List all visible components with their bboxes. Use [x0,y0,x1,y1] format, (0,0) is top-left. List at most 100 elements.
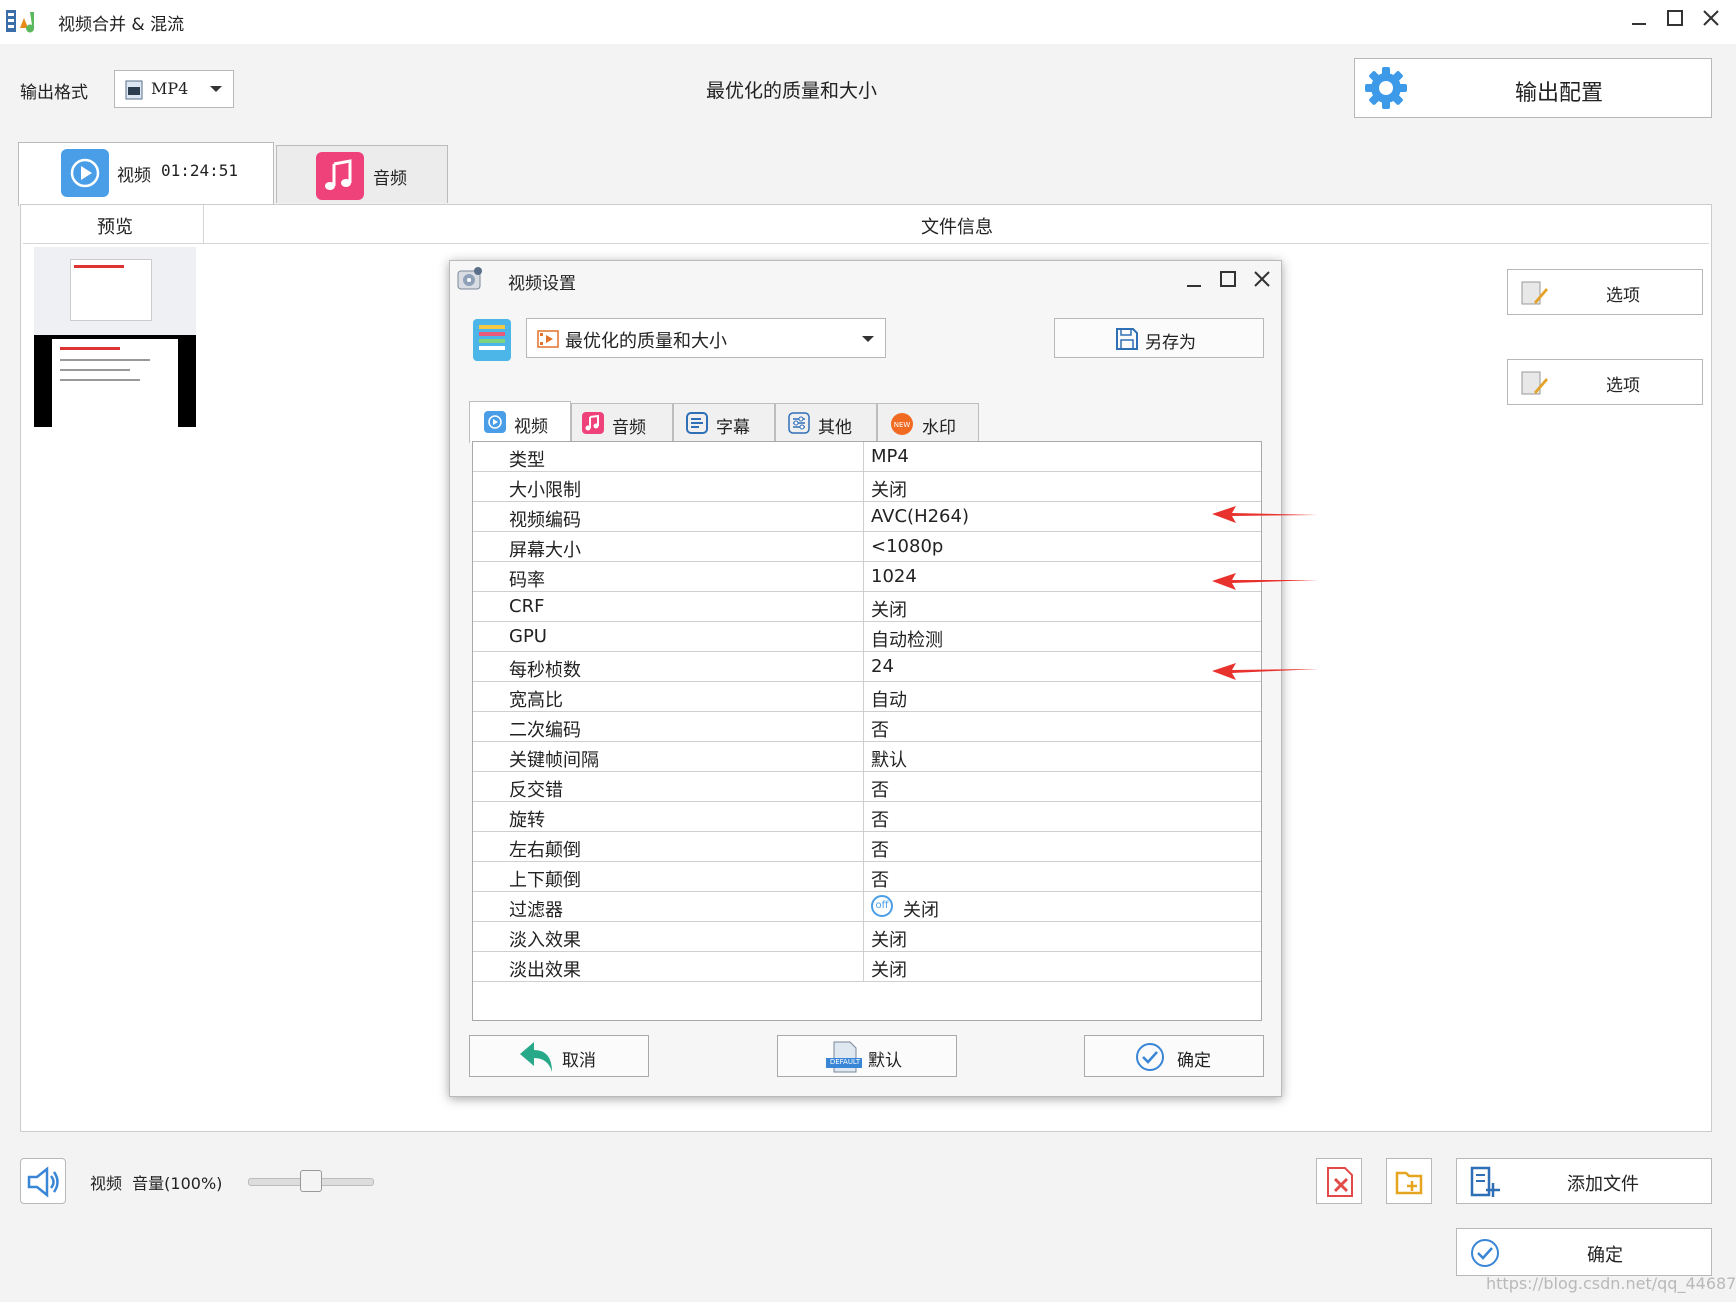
film-icon [537,330,559,348]
preset-list-icon [473,319,511,361]
file-table-header: 预览 文件信息 [23,205,1709,244]
undo-arrow-icon [520,1042,552,1072]
dialog-tab-subtitle-label: 字幕 [716,418,750,438]
delete-file-icon [1327,1167,1353,1197]
video-settings-dialog: 视频设置 最优化的质量和大小 另存为 视频 音频 字幕 其他 NEW 水印 类型… [449,260,1318,1097]
property-row[interactable]: 过滤器 off 关闭 [473,892,1261,922]
maximize-icon [1667,10,1683,26]
add-folder-icon [1395,1171,1423,1195]
col-preview: 预览 [97,217,133,238]
property-row[interactable]: 码率 1024 [473,562,1261,592]
close-button[interactable] [1694,6,1728,36]
film-file-icon [125,80,143,100]
music-icon [582,412,604,434]
property-key: 类型 [509,450,545,471]
dialog-tab-subtitle[interactable]: 字幕 [673,403,775,443]
tab-video-label: 视频 [117,166,151,186]
property-value: AVC(H264) [871,506,969,527]
property-row[interactable]: 二次编码 否 [473,712,1261,742]
subtitle-icon [686,412,708,434]
add-file-icon [1470,1166,1500,1197]
property-row[interactable]: 淡入效果 关闭 [473,922,1261,952]
speaker-icon [27,1166,59,1198]
property-key: 屏幕大小 [509,540,581,561]
dialog-minimize-icon[interactable] [1184,269,1204,289]
output-config-button[interactable]: 输出配置 [1354,58,1712,118]
clip-edit-icon [1521,371,1548,395]
ok-button[interactable]: 确定 [1084,1035,1264,1077]
default-button[interactable]: DEFAULT 默认 [777,1035,957,1077]
property-row[interactable]: 类型 MP4 [473,442,1261,472]
tab-audio[interactable]: 音频 [276,145,448,203]
watermark: https://blog.csdn.net/qq_44687755 [1486,1274,1736,1293]
sliders-icon [788,412,810,434]
dialog-maximize-icon[interactable] [1218,269,1238,289]
property-row[interactable]: 视频编码 AVC(H264) [473,502,1261,532]
property-row[interactable]: 旋转 否 [473,802,1261,832]
property-key: 二次编码 [509,720,581,741]
property-row[interactable]: 屏幕大小 <1080p [473,532,1261,562]
format-value: MP4 [151,79,189,98]
property-row[interactable]: 关键帧间隔 默认 [473,742,1261,772]
property-key: GPU [509,626,547,647]
chevron-down-icon [862,336,874,342]
property-value: 关闭 [871,600,907,621]
property-row[interactable]: 大小限制 关闭 [473,472,1261,502]
property-key: 宽高比 [509,690,563,711]
dialog-tab-audio[interactable]: 音频 [571,403,673,443]
property-row[interactable]: CRF 关闭 [473,592,1261,622]
dialog-tab-other-label: 其他 [818,418,852,438]
dialog-tab-other[interactable]: 其他 [775,403,877,443]
play-icon [484,411,506,433]
add-file-button[interactable]: 添加文件 [1456,1158,1712,1204]
property-key: 淡入效果 [509,930,581,951]
dialog-close-icon[interactable] [1252,269,1272,289]
dialog-tab-watermark[interactable]: NEW 水印 [877,403,979,443]
property-key: 反交错 [509,780,563,801]
minimize-button[interactable] [1622,6,1656,36]
col-file-info: 文件信息 [921,217,993,238]
save-as-button[interactable]: 另存为 [1054,318,1264,358]
output-config-label: 输出配置 [1515,81,1604,106]
confirm-button[interactable]: 确定 [1456,1228,1712,1276]
ok-label: 确定 [1177,1051,1211,1071]
gear-icon [1365,67,1407,109]
video-thumbnail[interactable] [34,247,196,427]
options-label-1: 选项 [1606,286,1640,306]
remove-file-button[interactable] [1316,1158,1362,1204]
add-folder-button[interactable] [1386,1158,1432,1204]
options-button-1[interactable]: 选项 [1507,269,1703,315]
annotation-arrow [1212,663,1318,680]
preset-value: 最优化的质量和大小 [565,331,727,352]
speaker-button[interactable] [20,1158,66,1204]
cancel-button[interactable]: 取消 [469,1035,649,1077]
property-value: 24 [871,656,894,677]
property-row[interactable]: GPU 自动检测 [473,622,1261,652]
tab-video[interactable]: 视频 01:24:51 [18,142,274,206]
property-key: 旋转 [509,810,545,831]
play-icon [61,149,109,197]
options-label-2: 选项 [1606,376,1640,396]
volume-slider-thumb[interactable] [300,1170,322,1192]
add-file-label: 添加文件 [1567,1174,1639,1195]
options-button-2[interactable]: 选项 [1507,359,1703,405]
off-toggle-icon[interactable]: off [871,895,893,917]
maximize-button[interactable] [1658,6,1692,36]
check-circle-icon [1136,1043,1164,1071]
preset-dropdown[interactable]: 最优化的质量和大小 [526,318,886,358]
dialog-tab-watermark-label: 水印 [922,418,956,438]
property-value: 否 [871,780,889,801]
property-row[interactable]: 上下颠倒 否 [473,862,1261,892]
property-row[interactable]: 宽高比 自动 [473,682,1261,712]
property-value: 默认 [871,750,907,771]
app-logo-icon [6,10,35,33]
property-row[interactable]: 反交错 否 [473,772,1261,802]
property-row[interactable]: 淡出效果 关闭 [473,952,1261,982]
dialog-tab-video[interactable]: 视频 [469,401,571,443]
property-key: 上下颠倒 [509,870,581,891]
save-as-label: 另存为 [1145,333,1196,353]
format-dropdown[interactable]: MP4 [114,70,234,108]
property-row[interactable]: 每秒桢数 24 [473,652,1261,682]
music-icon [316,152,364,200]
property-row[interactable]: 左右颠倒 否 [473,832,1261,862]
